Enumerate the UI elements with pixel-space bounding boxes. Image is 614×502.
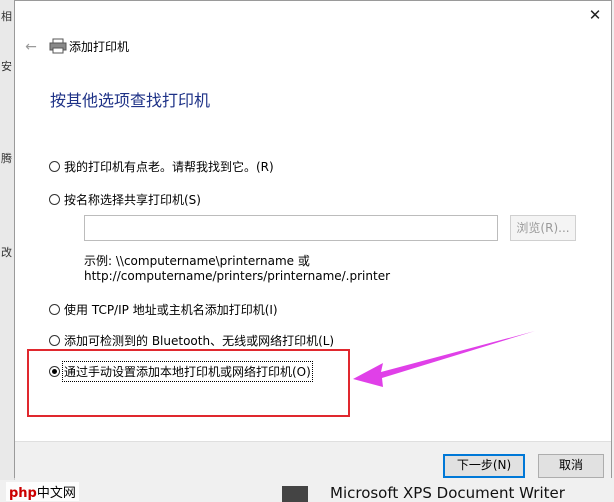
printer-icon <box>282 485 308 502</box>
dialog-title: 添加打印机 <box>69 40 130 54</box>
printer-icon <box>49 38 67 54</box>
example-text-line1: 示例: \\computername\printername 或 <box>84 254 310 268</box>
background-char: 改 <box>1 246 12 259</box>
option-label: 按名称选择共享打印机(S) <box>64 193 201 207</box>
option-label: 使用 TCP/IP 地址或主机名添加打印机(I) <box>64 303 278 317</box>
back-button[interactable]: ← <box>23 39 39 55</box>
add-printer-dialog: ✕ ← 添加打印机 按其他选项查找打印机 我的打印机有点老。请帮我找到它。(R)… <box>14 0 612 479</box>
radio-button[interactable] <box>49 335 60 346</box>
example-text-line2: http://computername/printers/printername… <box>84 269 391 283</box>
page-heading: 按其他选项查找打印机 <box>50 91 211 110</box>
background-printer-list: Microsoft XPS Document Writer <box>0 480 614 502</box>
watermark-site: 中文网 <box>36 486 76 501</box>
next-button[interactable]: 下一步(N) <box>443 454 525 478</box>
background-char: 腾 <box>1 152 12 165</box>
option-printer-old[interactable]: 我的打印机有点老。请帮我找到它。(R) <box>49 158 274 175</box>
background-char: 安 <box>1 60 12 73</box>
background-printer-name: Microsoft XPS Document Writer <box>330 484 565 502</box>
cancel-button[interactable]: 取消 <box>538 454 604 478</box>
radio-button[interactable] <box>49 161 60 172</box>
option-label: 我的打印机有点老。请帮我找到它。(R) <box>64 160 274 174</box>
annotation-arrow-icon <box>353 331 535 387</box>
option-label: 添加可检测到的 Bluetooth、无线或网络打印机(L) <box>64 334 335 348</box>
watermark-brand: php <box>9 486 37 501</box>
background-char: 相 <box>1 10 12 23</box>
radio-button[interactable] <box>49 304 60 315</box>
option-shared-printer[interactable]: 按名称选择共享打印机(S) <box>49 191 201 208</box>
browse-button[interactable]: 浏览(R)... <box>510 215 576 241</box>
background-printer-item[interactable]: Microsoft XPS Document Writer <box>282 484 565 502</box>
annotation-highlight-box <box>27 349 350 417</box>
option-tcpip[interactable]: 使用 TCP/IP 地址或主机名添加打印机(I) <box>49 301 278 318</box>
close-button[interactable]: ✕ <box>587 7 603 23</box>
shared-printer-input[interactable] <box>84 215 498 241</box>
watermark: php中文网 <box>6 482 79 501</box>
option-bluetooth-wireless[interactable]: 添加可检测到的 Bluetooth、无线或网络打印机(L) <box>49 332 334 349</box>
radio-button[interactable] <box>49 194 60 205</box>
background-window-edge: 相 安 腾 改 <box>0 0 15 502</box>
dialog-footer: 下一步(N) 取消 <box>15 441 611 479</box>
